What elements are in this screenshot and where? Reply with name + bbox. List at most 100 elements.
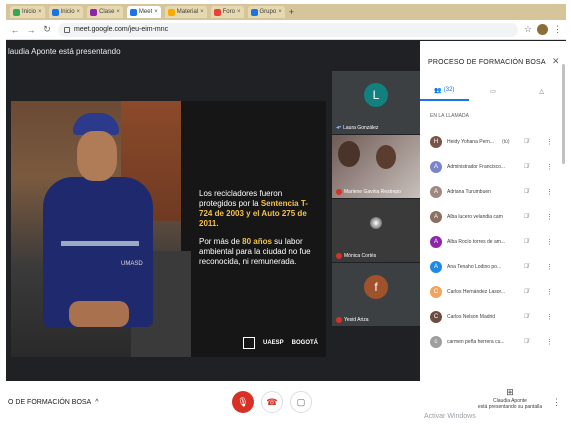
- participant-tile[interactable]: L ◂• Laura González: [332, 71, 420, 134]
- present-icon: ⊞: [506, 387, 514, 397]
- close-tab-icon[interactable]: ×: [77, 9, 81, 15]
- windows-watermark: Activar Windows: [424, 413, 476, 420]
- participant-tile[interactable]: Mónica Cortés: [332, 199, 420, 262]
- tab-label: Inicio: [60, 9, 75, 15]
- more-options-icon[interactable]: ⋮: [546, 313, 553, 321]
- browser-tab[interactable]: Grupo ×: [247, 6, 285, 18]
- close-icon[interactable]: ✕: [552, 56, 560, 67]
- close-tab-icon[interactable]: ×: [154, 9, 158, 15]
- more-options-icon[interactable]: ⋮: [546, 288, 553, 296]
- favicon-icon: [13, 8, 20, 16]
- new-tab-button[interactable]: +: [289, 7, 294, 17]
- avatar: C: [430, 310, 442, 323]
- participant-tile[interactable]: f Yesid Ariza: [332, 263, 420, 326]
- favicon-icon: [213, 8, 221, 16]
- slide-paragraph-2: Por más de 80 años su labor ambiental pa…: [199, 237, 311, 266]
- meeting-title: O DE FORMACIÓN BOSA: [8, 399, 92, 406]
- browser-tab[interactable]: Meet ×: [126, 6, 161, 18]
- participant-name: carmen peña herrera cu...: [447, 338, 505, 345]
- tab-chat[interactable]: ▭: [469, 81, 518, 101]
- avatar: A: [430, 260, 442, 273]
- close-tab-icon[interactable]: ×: [200, 9, 204, 15]
- mic-off-icon: 🎙̸: [524, 213, 529, 220]
- menu-icon[interactable]: ⋮: [553, 24, 562, 35]
- participant-name: Heidy Yohana Pern...: [447, 138, 494, 145]
- tab-label: Inicio: [22, 9, 37, 15]
- photo-tag: UMASD: [121, 261, 143, 267]
- participant-row[interactable]: A Adriana Turumbuen 🎙̸ ⋮: [420, 179, 566, 204]
- participant-row[interactable]: A Administrador Francisco... 🎙̸ ⋮: [420, 154, 566, 179]
- speaking-icon: ◂•: [336, 125, 342, 131]
- participant-list: H Heidy Yohana Pern... (tú) 🎙̸ ⋮ A Admini…: [420, 129, 566, 354]
- close-tab-icon[interactable]: ×: [237, 9, 241, 15]
- browser-tab[interactable]: Clase ×: [87, 6, 123, 18]
- participant-row[interactable]: C Carlos Hernández Lasor... 🎙̸ ⋮: [420, 279, 566, 304]
- mic-off-icon: 🎙̸: [524, 288, 529, 295]
- participant-row[interactable]: H Heidy Yohana Pern... (tú) 🎙̸ ⋮: [420, 129, 566, 154]
- participant-row[interactable]: A Alba lucero velandia cam 🎙̸ ⋮: [420, 204, 566, 229]
- browser-toolbar: ← → ↻ meet.google.com/jeu-eim-mnc ☆ ⋮: [6, 20, 566, 40]
- participant-name: Administrador Francisco...: [447, 163, 506, 170]
- tab-people[interactable]: 👥 (32): [420, 81, 469, 101]
- more-options-icon[interactable]: ⋮: [546, 238, 553, 246]
- address-bar[interactable]: meet.google.com/jeu-eim-mnc: [58, 22, 518, 37]
- close-tab-icon[interactable]: ×: [116, 9, 120, 15]
- mic-off-icon: 🎙̸: [524, 313, 529, 320]
- panel-tabs: 👥 (32) ▭ △: [420, 81, 566, 101]
- profile-avatar[interactable]: [537, 24, 548, 35]
- panel-scrollbar[interactable]: [562, 64, 565, 164]
- meeting-details-button[interactable]: O DE FORMACIÓN BOSA ^: [8, 399, 99, 406]
- more-options-icon[interactable]: ⋮: [546, 188, 553, 196]
- participant-tile[interactable]: Marlene Gaviria Restrepo: [332, 135, 420, 198]
- participant-name: Alba lucero velandia cam: [447, 213, 503, 220]
- chevron-up-icon: ^: [95, 399, 99, 406]
- people-count: (32): [443, 87, 455, 93]
- tab-label: Grupo: [259, 9, 277, 15]
- tab-activities[interactable]: △: [517, 81, 566, 101]
- browser-tab[interactable]: Foro ×: [210, 6, 244, 18]
- participant-row[interactable]: c carmen peña herrera cu... 🎙̸ ⋮: [420, 329, 566, 354]
- avatar: A: [430, 235, 442, 248]
- tab-label: Meet: [138, 9, 153, 15]
- mic-off-icon: 🎙̸: [524, 163, 529, 170]
- more-options-icon[interactable]: ⋮: [546, 163, 553, 171]
- more-options-icon[interactable]: ⋮: [546, 338, 553, 346]
- camera-toggle-button[interactable]: ▢: [290, 391, 312, 413]
- browser-tab[interactable]: Inicio ×: [48, 6, 84, 18]
- star-icon[interactable]: ☆: [524, 24, 532, 35]
- close-tab-icon[interactable]: ×: [278, 9, 282, 15]
- slide-paragraph-1: Los recicladores fueron protegidos por l…: [199, 189, 308, 228]
- people-icon: 👥: [434, 87, 442, 94]
- favicon-icon: [51, 8, 59, 16]
- muted-icon: [336, 253, 342, 259]
- present-now-button[interactable]: ⊞ Claudia Aponte está presentando su pan…: [474, 387, 546, 410]
- participant-row[interactable]: A Ana Tenaho Lodino po... 🎙̸ ⋮: [420, 254, 566, 279]
- lock-icon: [64, 26, 70, 33]
- more-options-icon[interactable]: ⋮: [552, 397, 561, 408]
- more-options-icon[interactable]: ⋮: [546, 213, 553, 221]
- mic-off-icon: 🎙̸: [524, 238, 529, 245]
- forward-icon[interactable]: →: [26, 25, 36, 35]
- more-options-icon[interactable]: ⋮: [546, 263, 553, 271]
- tab-label: Clase: [99, 9, 115, 15]
- presentation-slide: UMASD Los recicladores fueron protegidos…: [11, 101, 326, 357]
- presenter-sub: está presentando su pantalla: [477, 404, 543, 410]
- participant-name: Adriana Turumbuen: [447, 188, 491, 195]
- participant-name: Carlos Hernández Lasor...: [447, 288, 506, 295]
- mic-off-icon: 🎙: [237, 396, 249, 407]
- browser-tab[interactable]: Material ×: [164, 6, 207, 18]
- avatar: L: [364, 83, 388, 107]
- more-options-icon[interactable]: ⋮: [546, 138, 553, 146]
- tile-name: Marlene Gaviria Restrepo: [344, 189, 401, 195]
- avatar: A: [430, 210, 442, 223]
- favicon-icon: [129, 8, 137, 16]
- leave-call-button[interactable]: ☎: [261, 391, 283, 413]
- mic-toggle-button[interactable]: 🎙: [232, 391, 254, 413]
- browser-tab[interactable]: Inicio ×: [10, 6, 45, 18]
- avatar: A: [430, 185, 442, 198]
- participant-row[interactable]: C Carlos Nelson Madrid 🎙̸ ⋮: [420, 304, 566, 329]
- close-tab-icon[interactable]: ×: [38, 9, 42, 15]
- back-icon[interactable]: ←: [10, 25, 20, 35]
- reload-icon[interactable]: ↻: [42, 24, 52, 35]
- participant-row[interactable]: A Alba Rocío torres de am... 🎙̸ ⋮: [420, 229, 566, 254]
